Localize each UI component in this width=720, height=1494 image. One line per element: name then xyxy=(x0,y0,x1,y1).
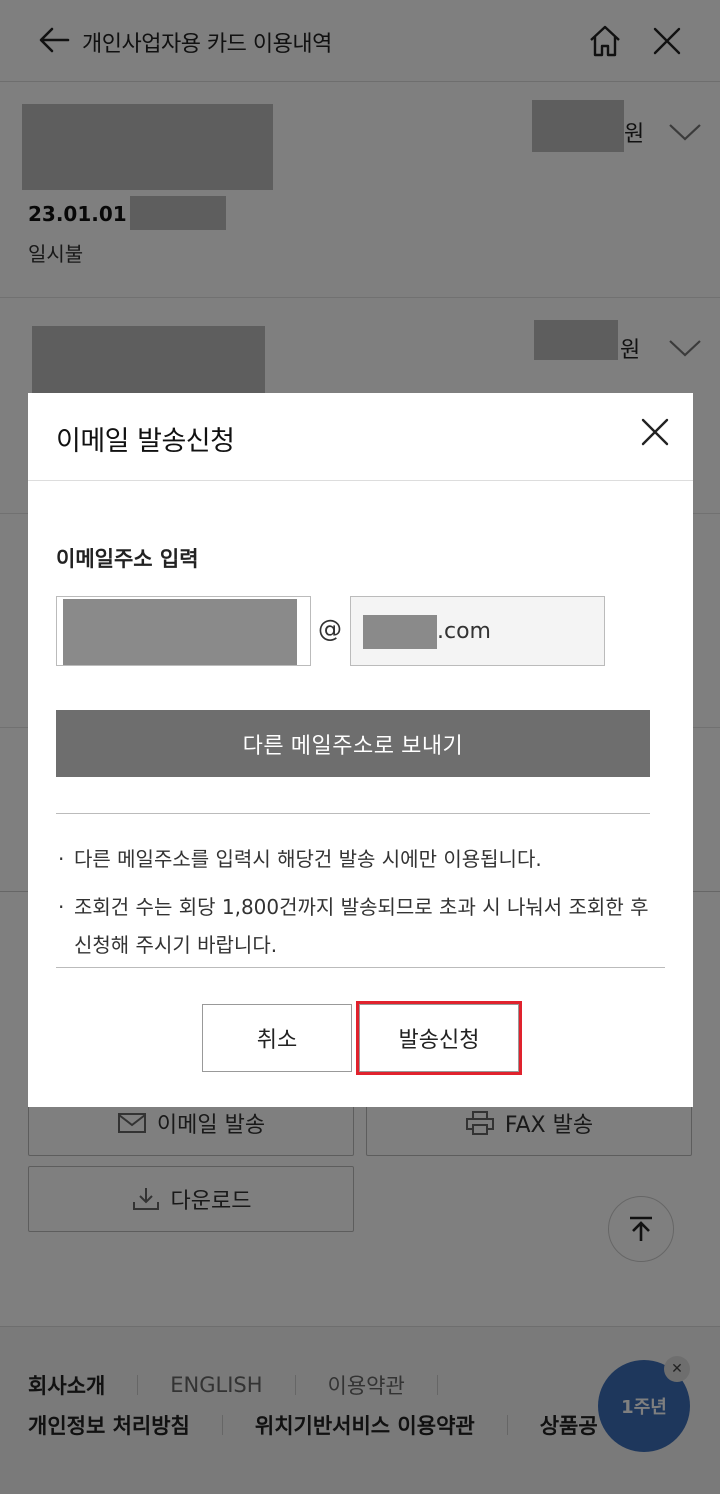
email-request-dialog: 이메일 발송신청 이메일주소 입력 @ .com 다른 메일주소로 보내기 · … xyxy=(28,393,693,1107)
notice-item: · 다른 메일주소를 입력시 해당건 발송 시에만 이용됩니다. xyxy=(58,847,542,871)
send-other-address-button[interactable]: 다른 메일주소로 보내기 xyxy=(56,710,650,777)
dialog-title: 이메일 발송신청 xyxy=(56,426,235,457)
divider xyxy=(56,813,650,814)
close-icon[interactable] xyxy=(640,417,670,447)
redacted-domain xyxy=(363,615,437,649)
divider xyxy=(56,967,665,968)
notice-item: · 조회건 수는 회당 1,800건까지 발송되므로 초과 시 나눠서 조회한 … xyxy=(58,895,649,957)
notice-text: 조회건 수는 회당 1,800건까지 발송되므로 초과 시 나눠서 조회한 후 … xyxy=(74,895,649,957)
submit-request-button[interactable]: 발송신청 xyxy=(356,1001,522,1075)
dialog-header: 이메일 발송신청 xyxy=(28,393,693,481)
cancel-button[interactable]: 취소 xyxy=(202,1004,352,1072)
domain-suffix: .com xyxy=(437,619,491,644)
email-local-input[interactable] xyxy=(56,596,311,666)
notice-text: 다른 메일주소를 입력시 해당건 발송 시에만 이용됩니다. xyxy=(74,847,542,871)
email-label: 이메일주소 입력 xyxy=(56,547,199,571)
email-domain-input[interactable]: .com xyxy=(350,596,605,666)
at-sign: @ xyxy=(318,615,342,643)
redacted-email-id xyxy=(63,599,297,665)
